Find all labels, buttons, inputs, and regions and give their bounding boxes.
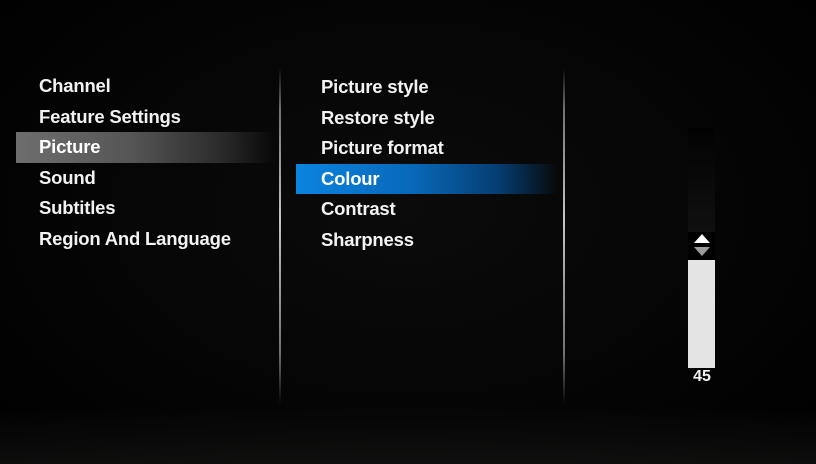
arrow-up-icon[interactable] — [694, 234, 710, 243]
main-menu: Channel Feature Settings Picture Sound S… — [16, 71, 274, 254]
submenu-item-restore-style[interactable]: Restore style — [296, 103, 558, 134]
menu-item-label: Feature Settings — [39, 105, 181, 127]
screen-glare — [0, 408, 816, 464]
column-divider — [563, 68, 565, 404]
menu-item-label: Subtitles — [39, 197, 116, 218]
menu-item-label: Sound — [39, 166, 96, 188]
menu-item-feature-settings[interactable]: Feature Settings — [16, 102, 274, 133]
slider-handle[interactable] — [688, 232, 715, 260]
slider-fill — [688, 260, 715, 368]
submenu-item-contrast[interactable]: Contrast — [296, 194, 558, 225]
menu-item-channel[interactable]: Channel — [16, 71, 274, 102]
submenu-item-label: Picture style — [321, 76, 429, 97]
menu-item-label: Picture — [39, 136, 101, 157]
menu-item-picture[interactable]: Picture — [16, 132, 274, 163]
menu-item-region-and-language[interactable]: Region And Language — [16, 224, 274, 255]
submenu-item-label: Contrast — [321, 198, 396, 219]
column-divider — [279, 68, 281, 404]
picture-submenu: Picture style Restore style Picture form… — [296, 72, 558, 255]
menu-item-label: Channel — [39, 75, 111, 96]
submenu-item-label: Sharpness — [321, 228, 414, 250]
submenu-item-sharpness[interactable]: Sharpness — [296, 225, 558, 256]
menu-item-label: Region And Language — [39, 227, 231, 249]
submenu-item-picture-style[interactable]: Picture style — [296, 72, 558, 103]
menu-item-sound[interactable]: Sound — [16, 163, 274, 194]
tv-settings-screen: Channel Feature Settings Picture Sound S… — [0, 0, 816, 464]
submenu-item-label: Restore style — [321, 106, 435, 128]
colour-slider[interactable] — [688, 128, 715, 368]
submenu-item-picture-format[interactable]: Picture format — [296, 133, 558, 164]
arrow-down-icon[interactable] — [694, 247, 710, 256]
submenu-item-label: Colour — [321, 167, 380, 189]
submenu-item-label: Picture format — [321, 137, 444, 158]
submenu-item-colour[interactable]: Colour — [296, 163, 558, 194]
slider-value: 45 — [693, 368, 711, 385]
menu-item-subtitles[interactable]: Subtitles — [16, 193, 274, 224]
